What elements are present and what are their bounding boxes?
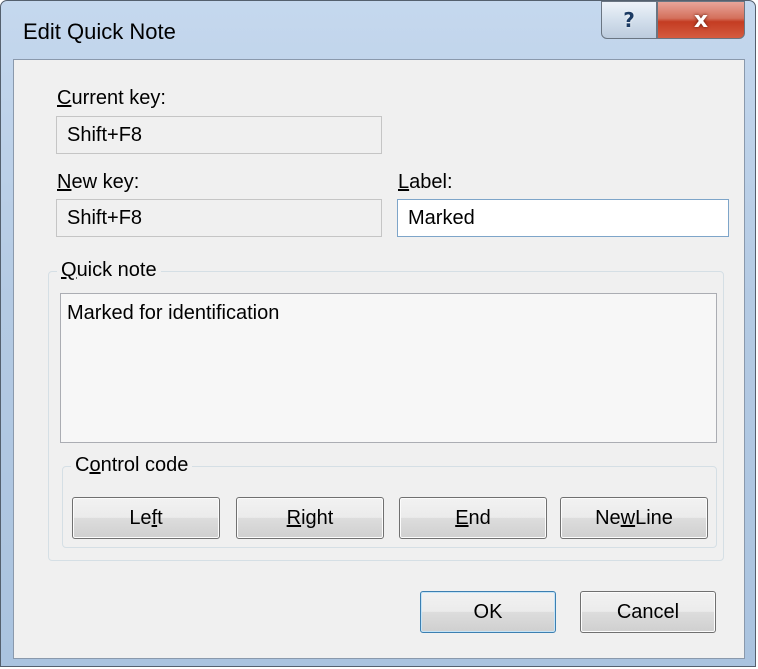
new-key-label: New key: — [57, 171, 140, 193]
current-key-field: Shift+F8 — [56, 116, 382, 154]
control-code-legend: Control code — [71, 454, 193, 477]
close-icon: x — [693, 7, 709, 33]
cancel-button[interactable]: Cancel — [580, 591, 716, 633]
control-new-line-button[interactable]: Ne w Line — [560, 497, 708, 539]
dialog-window: Edit Quick Note ? x Current key: Shift+F… — [0, 0, 756, 667]
help-button[interactable]: ? — [601, 1, 657, 39]
window-title: Edit Quick Note — [23, 19, 176, 44]
quick-note-textarea[interactable]: Marked for identification — [60, 293, 717, 443]
label-input[interactable]: Marked — [397, 199, 729, 237]
new-key-field[interactable]: Shift+F8 — [56, 199, 382, 237]
quick-note-legend: Quick note — [57, 259, 161, 282]
control-end-button[interactable]: End — [399, 497, 547, 539]
help-icon: ? — [623, 8, 635, 32]
control-left-button[interactable]: Le f t — [72, 497, 220, 539]
label-field-label: Label: — [398, 171, 453, 193]
control-right-button[interactable]: Right — [236, 497, 384, 539]
dialog-client-area: Current key: Shift+F8 New key: Shift+F8 … — [13, 59, 745, 659]
close-button[interactable]: x — [657, 1, 745, 39]
current-key-label: Current key: — [57, 87, 166, 109]
ok-button[interactable]: OK — [420, 591, 556, 633]
